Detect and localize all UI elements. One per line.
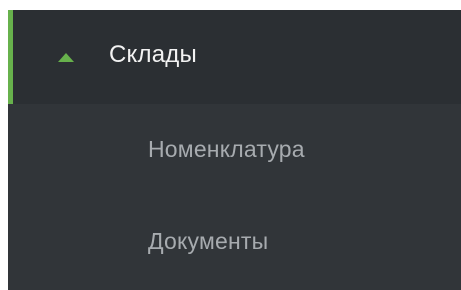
sidebar-item-label: Документы [148, 228, 269, 254]
caret-up-icon [58, 53, 74, 62]
sidebar-menu: Склады Номенклатура Документы [8, 10, 461, 290]
sidebar-section-warehouses[interactable]: Склады [8, 10, 461, 104]
sidebar-item-documents[interactable]: Документы [8, 196, 461, 286]
sidebar-item-label: Номенклатура [148, 136, 305, 162]
active-indicator [8, 10, 13, 104]
sidebar-section-label: Склады [109, 41, 197, 68]
sidebar-item-nomenclature[interactable]: Номенклатура [8, 104, 461, 194]
